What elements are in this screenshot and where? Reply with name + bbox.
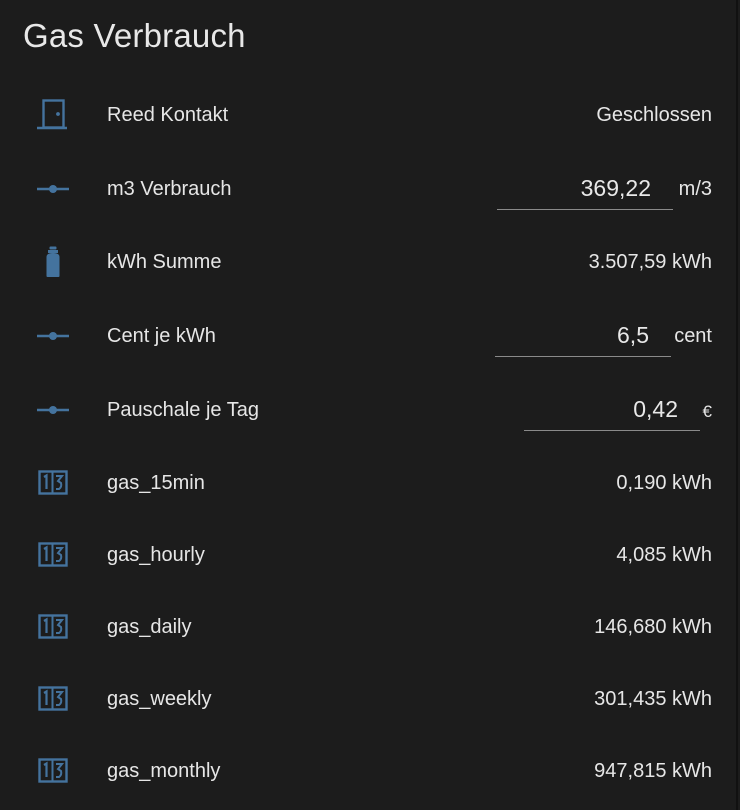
entity-label[interactable]: gas_daily <box>107 615 192 639</box>
pauschale-je-tag-input[interactable]: 0,42 <box>524 386 700 431</box>
entity-state: 0,190 kWh <box>616 472 712 494</box>
entity-row-reed-kontakt[interactable]: Reed Kontakt Geschlossen <box>0 91 738 139</box>
entity-label[interactable]: Pauschale je Tag <box>107 398 259 422</box>
entity-row-m3-verbrauch[interactable]: m3 Verbrauch 369,22 m/3 <box>0 165 738 213</box>
ray-vertex-icon[interactable] <box>33 394 73 426</box>
entity-label[interactable]: gas_weekly <box>107 687 212 711</box>
counter-icon[interactable] <box>33 467 73 499</box>
door-icon[interactable] <box>33 99 73 131</box>
entity-label[interactable]: m3 Verbrauch <box>107 177 232 201</box>
entity-state: 146,680 kWh <box>594 616 712 638</box>
cent-je-kwh-input[interactable]: 6,5 <box>495 312 671 357</box>
card-title: Gas Verbrauch <box>23 17 246 54</box>
gas-verbrauch-card: Gas Verbrauch Reed Kontakt Geschlossen m… <box>0 0 738 810</box>
input-unit: m/3 <box>678 178 712 200</box>
input-value[interactable]: 0,42 <box>633 396 678 422</box>
input-value[interactable]: 369,22 <box>581 175 651 201</box>
m3-verbrauch-input[interactable]: 369,22 <box>497 165 673 210</box>
entity-row-gas-15min[interactable]: gas_15min 0,190 kWh <box>0 459 738 507</box>
entity-row-gas-hourly[interactable]: gas_hourly 4,085 kWh <box>0 531 738 579</box>
entity-row-gas-daily[interactable]: gas_daily 146,680 kWh <box>0 603 738 651</box>
counter-icon[interactable] <box>33 755 73 787</box>
entity-row-gas-weekly[interactable]: gas_weekly 301,435 kWh <box>0 675 738 723</box>
entity-state: 3.507,59 kWh <box>588 251 712 273</box>
entity-label[interactable]: Reed Kontakt <box>107 103 228 127</box>
entity-label[interactable]: kWh Summe <box>107 250 221 274</box>
counter-icon[interactable] <box>33 683 73 715</box>
entity-row-pauschale-je-tag[interactable]: Pauschale je Tag 0,42 € <box>0 386 738 434</box>
entity-label[interactable]: gas_15min <box>107 471 205 495</box>
entity-row-gas-monthly[interactable]: gas_monthly 947,815 kWh <box>0 747 738 795</box>
counter-icon[interactable] <box>33 539 73 571</box>
entity-row-cent-je-kwh[interactable]: Cent je kWh 6,5 cent <box>0 312 738 360</box>
entity-state: 301,435 kWh <box>594 688 712 710</box>
input-unit: cent <box>674 325 712 347</box>
entity-label[interactable]: Cent je kWh <box>107 324 216 348</box>
input-value[interactable]: 6,5 <box>617 322 649 348</box>
input-unit: € <box>702 402 712 421</box>
entity-label[interactable]: gas_monthly <box>107 759 220 783</box>
entity-state: Geschlossen <box>596 104 712 126</box>
ray-vertex-icon[interactable] <box>33 320 73 352</box>
entity-row-kwh-summe[interactable]: kWh Summe 3.507,59 kWh <box>0 238 738 286</box>
ray-vertex-icon[interactable] <box>33 173 73 205</box>
gas-cylinder-icon[interactable] <box>33 246 73 278</box>
entity-state: 947,815 kWh <box>594 760 712 782</box>
entity-state: 4,085 kWh <box>616 544 712 566</box>
counter-icon[interactable] <box>33 611 73 643</box>
entity-label[interactable]: gas_hourly <box>107 543 205 567</box>
